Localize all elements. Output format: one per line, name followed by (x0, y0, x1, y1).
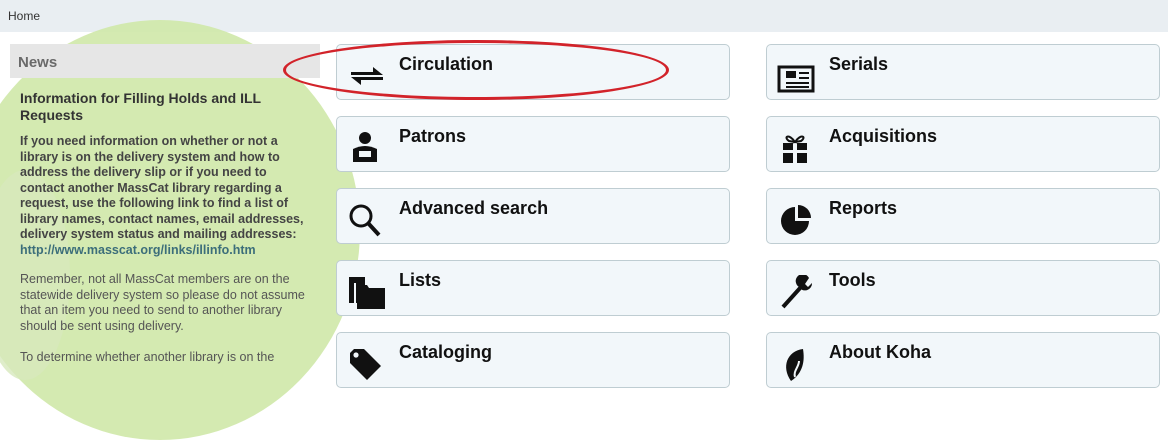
breadcrumb-home-link[interactable]: Home (8, 9, 40, 23)
lists-label: Lists (399, 270, 442, 290)
reports-button[interactable]: Reports (766, 188, 1160, 244)
search-icon (349, 204, 381, 237)
tools-button[interactable]: Tools (766, 260, 1160, 316)
about-koha-label: About Koha (829, 342, 931, 362)
gift-icon (783, 135, 807, 163)
news-header: News (10, 44, 320, 78)
about-koha-button[interactable]: About Koha (766, 332, 1160, 388)
reports-label: Reports (829, 198, 898, 218)
circulation-button[interactable]: Circulation (336, 44, 730, 100)
news-item-title: Information for Filling Holds and ILL Re… (20, 90, 261, 123)
koha-leaf-icon (786, 349, 804, 381)
news-paragraph: If you need information on whether or no… (20, 134, 312, 258)
circulation-label: Circulation (399, 54, 494, 74)
news-paragraph: Remember, not all MassCat members are on… (20, 272, 305, 333)
news-paragraph: To determine whether another library is … (20, 350, 275, 364)
cataloging-button[interactable]: Cataloging (336, 332, 730, 388)
news-panel: News Information for Filling Holds and I… (10, 44, 320, 399)
news-paragraph-text: If you need information on whether or no… (20, 134, 304, 241)
lists-button[interactable]: Lists (336, 260, 730, 316)
serials-button[interactable]: Serials (766, 44, 1160, 100)
cataloging-label: Cataloging (399, 342, 492, 362)
pie-chart-icon (781, 205, 811, 235)
acquisitions-button[interactable]: Acquisitions (766, 116, 1160, 172)
newspaper-icon (777, 65, 815, 93)
tools-label: Tools (829, 270, 876, 290)
arrows-exchange-icon (351, 67, 383, 85)
user-icon (353, 132, 377, 162)
serials-label: Serials (829, 54, 889, 74)
acquisitions-label: Acquisitions (829, 126, 938, 146)
wrench-icon (781, 275, 813, 309)
advanced-search-button[interactable]: Advanced search (336, 188, 730, 244)
patrons-label: Patrons (399, 126, 467, 146)
news-body: Information for Filling Holds and ILL Re… (10, 78, 320, 366)
patrons-button[interactable]: Patrons (336, 116, 730, 172)
folders-icon (349, 277, 385, 309)
illinfo-link[interactable]: http://www.masscat.org/links/illinfo.htm (20, 243, 256, 257)
advanced-search-label: Advanced search (399, 198, 549, 218)
tag-icon (350, 349, 381, 380)
